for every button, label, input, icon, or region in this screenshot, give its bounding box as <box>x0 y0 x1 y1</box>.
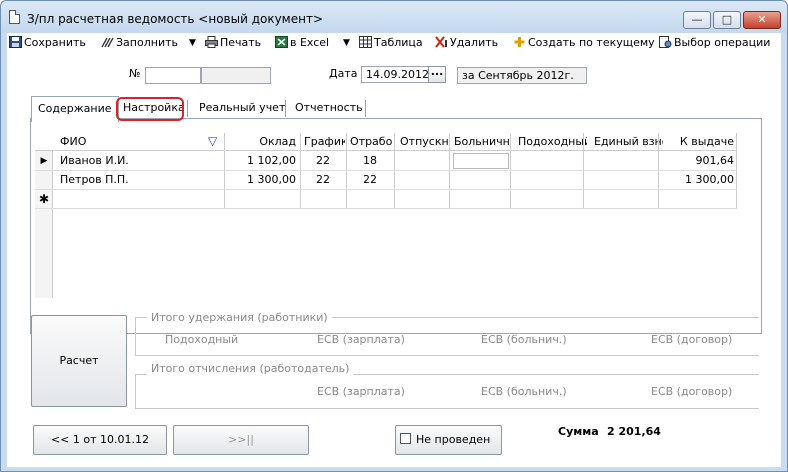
cell-to-pay[interactable]: 1 300,00 <box>661 171 737 189</box>
cell-sick[interactable] <box>453 171 509 189</box>
cell-unified-tax[interactable] <box>591 171 657 189</box>
cell-schedule[interactable]: 22 <box>301 152 345 170</box>
period-field: за Сентябрь 2012г. <box>457 67 587 84</box>
charge-esv-salary-label: ЕСВ (зарплата) <box>317 385 405 398</box>
floppy-icon <box>9 36 22 48</box>
charges-group-border <box>135 374 136 408</box>
cell-income-tax[interactable] <box>515 171 581 189</box>
cell-name[interactable]: Петров П.П. <box>57 171 221 189</box>
charges-group-border <box>135 408 759 409</box>
next-document-button[interactable]: >>|| <box>173 425 309 455</box>
tab-separator <box>365 100 366 117</box>
close-button[interactable]: ✕ <box>743 11 781 29</box>
column-header-worked[interactable]: Отрабо <box>347 133 393 151</box>
column-header-sick[interactable]: Больничн <box>451 133 511 151</box>
deduction-income-tax-label: Подоходный <box>165 333 239 346</box>
fill-dropdown-arrow-icon[interactable]: ▼ <box>189 35 196 51</box>
cell-vacation[interactable] <box>397 152 449 170</box>
charge-esv-contract-label: ЕСВ (договор) <box>651 385 733 398</box>
table-row[interactable]: Петров П.П. 1 300,00 22 22 1 300,00 <box>35 171 737 190</box>
cell-vacation[interactable] <box>397 171 449 189</box>
row-indicator <box>35 171 53 189</box>
create-from-current-button[interactable]: Создать по текущему <box>513 35 655 51</box>
cell-sick-editing[interactable] <box>453 153 509 169</box>
cell-worked[interactable]: 18 <box>347 152 393 170</box>
sum-label: Сумма <box>558 425 599 438</box>
current-row-indicator-icon: ▶ <box>40 156 48 166</box>
filter-icon[interactable]: ▽ <box>205 133 223 151</box>
date-input[interactable]: 14.09.2012 <box>361 66 429 83</box>
print-button[interactable]: Печать <box>205 35 261 51</box>
column-header-schedule[interactable]: График <box>301 133 345 151</box>
calculate-button[interactable]: Расчет <box>31 315 127 407</box>
charges-group-title: Итого отчисления (работодатель) <box>147 362 354 375</box>
cell-unified-tax[interactable] <box>591 152 657 170</box>
grid-header: ФИО ▽ Оклад График Отрабо Отпускн Больни… <box>35 133 737 151</box>
cell-schedule[interactable]: 22 <box>301 171 345 189</box>
column-header-to-pay[interactable]: К выдаче <box>665 133 737 151</box>
table-row-new[interactable]: ✱ <box>35 190 737 209</box>
deductions-group-title: Итого удержания (работники) <box>147 311 332 324</box>
plus-icon <box>513 36 526 48</box>
column-header-name[interactable]: ФИО <box>57 133 197 151</box>
number-suffix-field <box>201 67 271 84</box>
tab-separator <box>187 100 188 117</box>
fill-button[interactable]: Заполнить <box>101 35 178 51</box>
sum-value: 2 201,64 <box>607 425 661 438</box>
delete-button[interactable]: Удалить <box>435 35 498 51</box>
table-row[interactable]: ▶ Иванов И.И. 1 102,00 22 18 901,64 <box>35 152 737 171</box>
save-button[interactable]: Сохранить <box>9 35 86 51</box>
fill-icon <box>101 36 114 48</box>
title-bar[interactable]: З/пл расчетная ведомость <новый документ… <box>1 1 787 33</box>
settings-tab-highlight <box>116 97 184 121</box>
cell-name[interactable]: Иванов И.И. <box>57 152 221 170</box>
select-operation-button[interactable]: Выбор операции <box>659 35 770 51</box>
previous-document-button[interactable]: << 1 от 10.01.12 <box>33 425 167 455</box>
tab-content[interactable]: Содержание <box>31 96 119 122</box>
cell-salary[interactable]: 1 300,00 <box>225 171 299 189</box>
date-label: Дата <box>329 67 358 80</box>
payroll-grid[interactable]: ФИО ▽ Оклад График Отрабо Отпускн Больни… <box>35 133 737 298</box>
cell-to-pay[interactable]: 901,64 <box>661 152 737 170</box>
minimize-button[interactable]: — <box>683 11 711 29</box>
toolbar: Сохранить Заполнить ▼ Печать в Excel ▼ Т… <box>7 33 781 52</box>
deduction-esv-salary-label: ЕСВ (зарплата) <box>317 333 405 346</box>
number-input[interactable] <box>145 67 201 84</box>
table-icon <box>359 36 372 48</box>
date-picker-button[interactable]: ... <box>428 66 446 83</box>
posted-status-toggle[interactable]: Не проведен <box>395 425 502 455</box>
new-row-indicator-icon: ✱ <box>38 192 50 206</box>
tab-separator <box>285 100 286 117</box>
deduction-esv-sick-label: ЕСВ (больнич.) <box>481 333 567 346</box>
column-header-salary[interactable]: Оклад <box>225 133 299 151</box>
cell-worked[interactable]: 22 <box>347 171 393 189</box>
delete-icon <box>435 36 448 48</box>
excel-icon <box>275 36 288 48</box>
printer-icon <box>205 36 218 48</box>
not-posted-label: Не проведен <box>416 433 491 446</box>
window-title: З/пл расчетная ведомость <новый документ… <box>27 12 324 26</box>
column-header-vacation[interactable]: Отпускн <box>397 133 449 151</box>
not-posted-checkbox[interactable] <box>400 433 411 444</box>
cell-income-tax[interactable] <box>515 152 581 170</box>
client-area: Сохранить Заполнить ▼ Печать в Excel ▼ Т… <box>7 33 781 467</box>
column-header-income-tax[interactable]: Подоходный <box>515 133 587 151</box>
excel-dropdown-arrow-icon[interactable]: ▼ <box>343 35 350 51</box>
operation-icon <box>659 36 672 48</box>
column-header-unified-tax[interactable]: Единый взно <box>591 133 663 151</box>
maximize-button[interactable]: □ <box>713 11 741 29</box>
tab-reporting[interactable]: Отчетность <box>289 97 369 121</box>
deductions-group-border <box>135 355 759 356</box>
number-label: № <box>129 67 141 80</box>
charge-esv-sick-label: ЕСВ (больнич.) <box>481 385 567 398</box>
deductions-group-border <box>135 317 136 355</box>
tab-real-accounting[interactable]: Реальный учет <box>193 97 291 121</box>
excel-button[interactable]: в Excel <box>275 35 329 51</box>
main-window: З/пл расчетная ведомость <новый документ… <box>0 0 788 472</box>
cell-salary[interactable]: 1 102,00 <box>225 152 299 170</box>
deduction-esv-contract-label: ЕСВ (договор) <box>651 333 733 346</box>
table-button[interactable]: Таблица <box>359 35 423 51</box>
document-icon <box>9 10 20 24</box>
